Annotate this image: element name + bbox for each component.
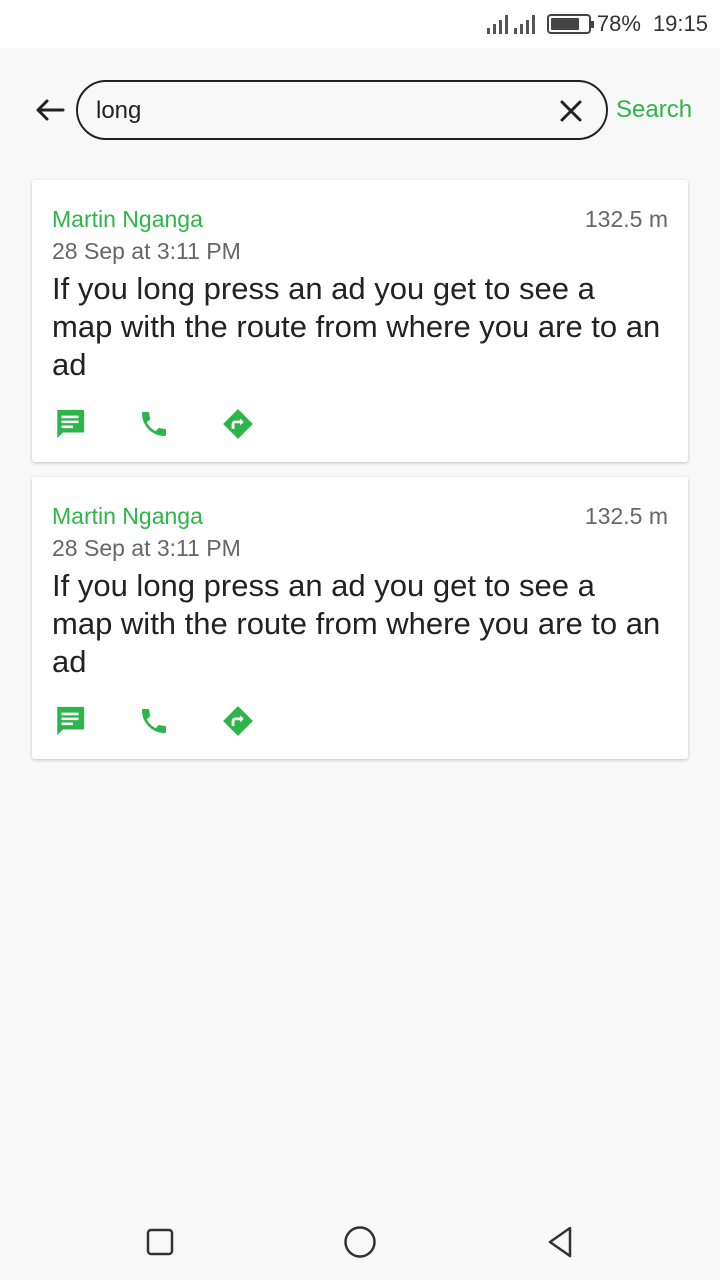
home-button[interactable] xyxy=(342,1224,378,1260)
author-name[interactable]: Martin Nganga xyxy=(52,206,203,233)
message-button[interactable] xyxy=(52,703,88,739)
result-card[interactable]: Martin Nganga 132.5 m 28 Sep at 3:11 PM … xyxy=(32,180,688,462)
signal-icon xyxy=(486,14,508,34)
home-circle-icon xyxy=(344,1226,376,1258)
status-bar: 78% 19:15 xyxy=(0,0,720,48)
distance-label: 132.5 m xyxy=(584,503,668,529)
navigation-bar xyxy=(0,1204,720,1280)
search-header: Search xyxy=(0,48,720,172)
distance-label: 132.5 m xyxy=(584,206,668,232)
ad-message: If you long press an ad you get to see a… xyxy=(52,271,661,382)
clock: 19:15 xyxy=(652,11,708,36)
directions-button[interactable] xyxy=(220,703,256,739)
search-box[interactable] xyxy=(76,80,608,140)
close-icon xyxy=(560,100,582,122)
message-icon xyxy=(57,706,85,736)
back-triangle-icon xyxy=(548,1226,572,1258)
message-button[interactable] xyxy=(52,406,88,442)
directions-button[interactable] xyxy=(220,406,256,442)
directions-icon xyxy=(223,409,253,439)
message-icon xyxy=(57,409,85,439)
recents-button[interactable] xyxy=(142,1224,178,1260)
result-card[interactable]: Martin Nganga 132.5 m 28 Sep at 3:11 PM … xyxy=(32,477,688,759)
phone-icon xyxy=(142,709,166,733)
search-button[interactable]: Search xyxy=(616,96,692,124)
battery-icon xyxy=(546,14,594,34)
clear-button[interactable] xyxy=(556,96,586,126)
search-input[interactable] xyxy=(96,92,536,130)
arrow-left-icon xyxy=(36,99,65,121)
battery-percent: 78% xyxy=(596,11,641,36)
back-button[interactable] xyxy=(30,90,70,130)
post-date: 28 Sep at 3:11 PM xyxy=(52,535,241,561)
phone-icon xyxy=(142,412,166,436)
author-name[interactable]: Martin Nganga xyxy=(52,503,203,530)
post-date: 28 Sep at 3:11 PM xyxy=(52,238,241,264)
ad-message: If you long press an ad you get to see a… xyxy=(52,568,661,679)
call-button[interactable] xyxy=(136,406,172,442)
call-button[interactable] xyxy=(136,703,172,739)
signal-icon-2 xyxy=(513,14,535,34)
system-back-button[interactable] xyxy=(542,1224,578,1260)
directions-icon xyxy=(223,706,253,736)
recents-square-icon xyxy=(146,1228,174,1256)
